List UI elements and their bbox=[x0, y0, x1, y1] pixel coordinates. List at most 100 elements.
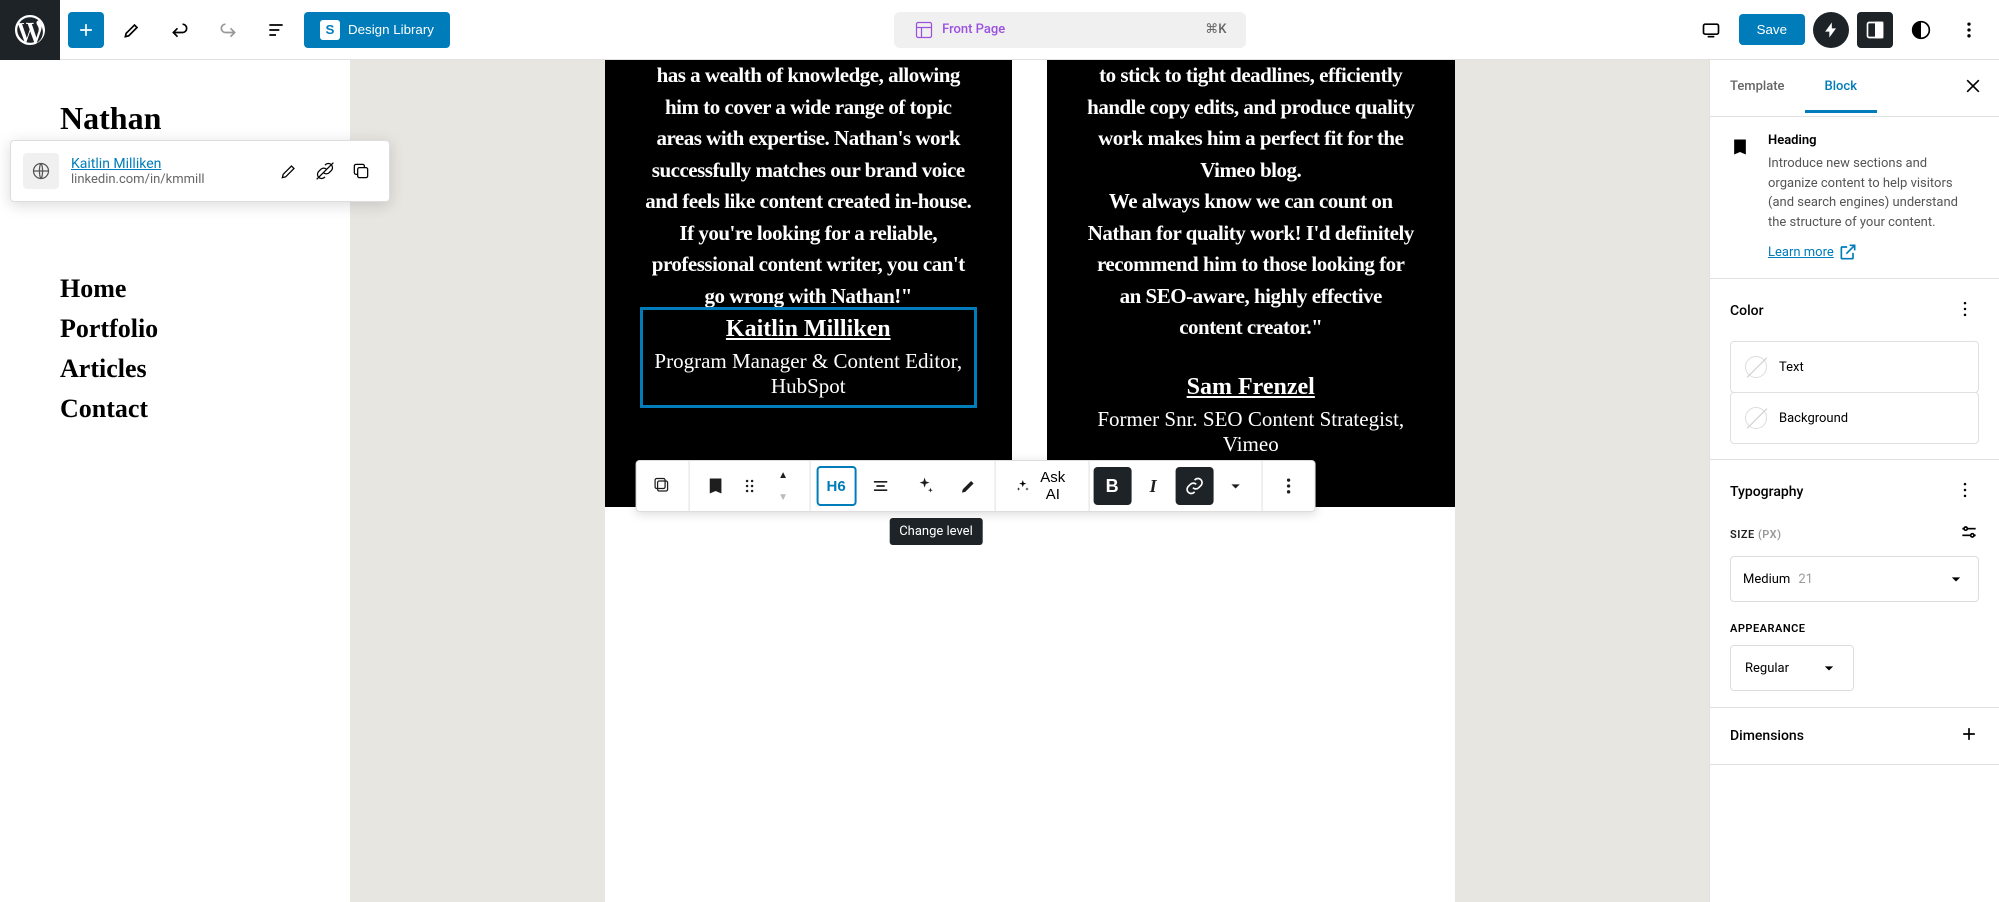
nav-item-articles[interactable]: Articles bbox=[60, 354, 290, 384]
nav-item-portfolio[interactable]: Portfolio bbox=[60, 314, 290, 344]
top-right-controls: Save bbox=[1691, 10, 1989, 50]
tab-template[interactable]: Template bbox=[1710, 63, 1805, 113]
testimonial-role[interactable]: Former Snr. SEO Content Strategist, Vime… bbox=[1087, 407, 1415, 457]
more-formatting-button[interactable] bbox=[1213, 464, 1257, 508]
close-settings-button[interactable] bbox=[1947, 60, 1999, 116]
view-button[interactable] bbox=[1691, 10, 1731, 50]
ai-sparkle-button[interactable] bbox=[902, 464, 946, 508]
settings-sidebar-button[interactable] bbox=[1857, 12, 1893, 48]
background-color-swatch bbox=[1745, 407, 1767, 429]
more-options-button[interactable] bbox=[1949, 10, 1989, 50]
save-button[interactable]: Save bbox=[1739, 14, 1805, 45]
tab-block[interactable]: Block bbox=[1805, 63, 1877, 113]
color-panel-more[interactable] bbox=[1951, 295, 1979, 327]
appearance-select[interactable]: Regular bbox=[1730, 645, 1854, 691]
top-toolbar: S Design Library Front Page ⌘K Save bbox=[0, 0, 1999, 60]
move-down-button[interactable]: ▼ bbox=[761, 486, 805, 508]
size-unit: (PX) bbox=[1758, 528, 1781, 541]
link-info: Kaitlin Milliken linkedin.com/in/kmmill bbox=[71, 156, 261, 187]
main-layout: Kaitlin Milliken linkedin.com/in/kmmill … bbox=[0, 60, 1999, 902]
link-title[interactable]: Kaitlin Milliken bbox=[71, 156, 261, 172]
heading-block-icon bbox=[1730, 137, 1754, 161]
page-selector: Front Page ⌘K bbox=[458, 12, 1683, 48]
sidebar-tabs: Template Block bbox=[1710, 60, 1999, 117]
color-panel-title: Color bbox=[1730, 303, 1764, 319]
ask-ai-label: Ask AI bbox=[1037, 469, 1068, 503]
appearance-value: Regular bbox=[1745, 661, 1789, 676]
text-color-item[interactable]: Text bbox=[1730, 341, 1979, 393]
wordpress-logo[interactable] bbox=[0, 0, 60, 60]
document-overview-button[interactable] bbox=[256, 10, 296, 50]
selected-heading-block[interactable]: Kaitlin Milliken Program Manager & Conte… bbox=[645, 312, 973, 403]
testimonial-author[interactable]: Sam Frenzel bbox=[1087, 374, 1415, 401]
move-arrows: ▲ ▼ bbox=[761, 464, 805, 508]
editor-canvas: has a wealth of knowledge, allowing him … bbox=[350, 60, 1709, 902]
sparkle-icon bbox=[1015, 476, 1029, 496]
align-button[interactable] bbox=[858, 464, 902, 508]
appearance-label: APPEARANCE bbox=[1730, 622, 1979, 635]
bold-button[interactable]: B bbox=[1093, 467, 1131, 505]
testimonial-role[interactable]: Program Manager & Content Editor, HubSpo… bbox=[649, 349, 969, 399]
testimonial-text[interactable]: to stick to tight deadlines, efficiently… bbox=[1087, 60, 1415, 186]
block-more-button[interactable] bbox=[1266, 464, 1310, 508]
text-color-swatch bbox=[1745, 356, 1767, 378]
nav-item-contact[interactable]: Contact bbox=[60, 394, 290, 424]
select-parent-button[interactable] bbox=[640, 464, 684, 508]
link-popover: Kaitlin Milliken linkedin.com/in/kmmill bbox=[10, 140, 390, 202]
size-select[interactable]: Medium21 bbox=[1730, 556, 1979, 602]
jetpack-button[interactable] bbox=[1813, 12, 1849, 48]
edit-link-button[interactable] bbox=[273, 155, 305, 187]
learn-more-label: Learn more bbox=[1768, 245, 1834, 260]
dimensions-add-button[interactable] bbox=[1959, 724, 1979, 748]
block-description-section: Heading Introduce new sections and organ… bbox=[1710, 117, 1999, 279]
background-color-label: Background bbox=[1779, 411, 1848, 426]
size-label: SIZE bbox=[1730, 528, 1755, 541]
link-url: linkedin.com/in/kmmill bbox=[71, 172, 261, 187]
testimonial-card-2[interactable]: to stick to tight deadlines, efficiently… bbox=[1047, 60, 1455, 507]
block-type-title: Heading bbox=[1768, 133, 1979, 148]
unlink-button[interactable] bbox=[309, 155, 341, 187]
block-toolbar: ▲ ▼ H6 Ask AI B I bbox=[635, 460, 1315, 512]
italic-button[interactable]: I bbox=[1131, 464, 1175, 508]
design-library-icon: S bbox=[320, 20, 340, 40]
chevron-down-icon bbox=[1819, 658, 1839, 678]
move-up-button[interactable]: ▲ bbox=[761, 464, 805, 486]
redo-button[interactable] bbox=[208, 10, 248, 50]
testimonial-text[interactable]: We always know we can count on Nathan fo… bbox=[1087, 186, 1415, 344]
left-sidebar: Kaitlin Milliken linkedin.com/in/kmmill … bbox=[0, 60, 350, 902]
design-library-button[interactable]: S Design Library bbox=[304, 12, 450, 48]
undo-button[interactable] bbox=[160, 10, 200, 50]
block-type-button[interactable] bbox=[693, 464, 737, 508]
page-icon bbox=[914, 20, 934, 40]
testimonial-author[interactable]: Kaitlin Milliken bbox=[649, 316, 969, 343]
design-library-label: Design Library bbox=[348, 22, 434, 37]
add-block-button[interactable] bbox=[68, 12, 104, 48]
highlight-button[interactable] bbox=[946, 464, 990, 508]
external-link-icon bbox=[1838, 242, 1858, 262]
testimonial-text[interactable]: has a wealth of knowledge, allowing him … bbox=[645, 60, 973, 312]
command-shortcut: ⌘K bbox=[1205, 22, 1226, 37]
page-name: Front Page bbox=[942, 22, 1005, 37]
color-panel: Color Text Background bbox=[1710, 279, 1999, 460]
typography-panel-more[interactable] bbox=[1951, 476, 1979, 508]
testimonial-card-1[interactable]: has a wealth of knowledge, allowing him … bbox=[605, 60, 1013, 507]
drag-handle[interactable] bbox=[737, 464, 761, 508]
nav-list: Home Portfolio Articles Contact bbox=[60, 274, 290, 424]
styles-button[interactable] bbox=[1901, 10, 1941, 50]
copy-link-button[interactable] bbox=[345, 155, 377, 187]
change-level-tooltip: Change level bbox=[889, 518, 983, 545]
learn-more-link[interactable]: Learn more bbox=[1768, 242, 1858, 262]
heading-level-button[interactable]: H6 bbox=[816, 466, 856, 506]
block-type-description: Introduce new sections and organize cont… bbox=[1768, 154, 1979, 232]
chevron-down-icon bbox=[1946, 569, 1966, 589]
background-color-item[interactable]: Background bbox=[1730, 392, 1979, 444]
dimensions-panel: Dimensions bbox=[1710, 708, 1999, 765]
link-button[interactable] bbox=[1175, 467, 1213, 505]
edit-button[interactable] bbox=[112, 10, 152, 50]
size-value: 21 bbox=[1798, 572, 1813, 587]
nav-item-home[interactable]: Home bbox=[60, 274, 290, 304]
ask-ai-button[interactable]: Ask AI bbox=[999, 469, 1084, 503]
size-settings-button[interactable] bbox=[1959, 522, 1979, 546]
page-pill[interactable]: Front Page ⌘K bbox=[894, 12, 1246, 48]
popover-actions bbox=[273, 155, 377, 187]
